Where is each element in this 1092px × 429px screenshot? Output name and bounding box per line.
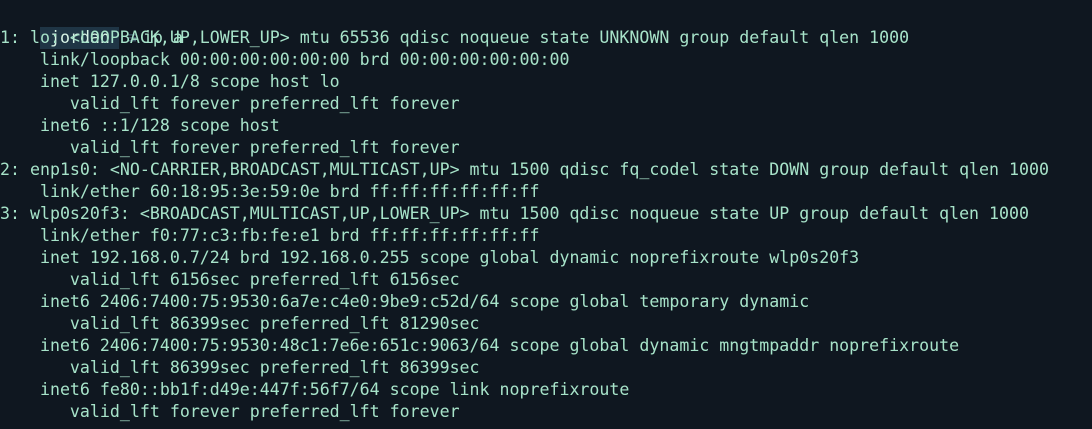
output-line: valid_lft 6156sec preferred_lft 6156sec [0, 270, 460, 289]
output-line: inet6 2406:7400:75:9530:48c1:7e6e:651c:9… [0, 336, 960, 355]
output-line: link/loopback 00:00:00:00:00:00 brd 00:0… [0, 50, 570, 69]
output-line: link/ether f0:77:c3:fb:fe:e1 brd ff:ff:f… [0, 226, 540, 245]
output-line: inet6 fe80::bb1f:d49e:447f:56f7/64 scope… [0, 380, 630, 399]
output-line: valid_lft forever preferred_lft forever [0, 402, 460, 421]
output-line: valid_lft forever preferred_lft forever [0, 94, 460, 113]
output-line: 1: lo: <LOOPBACK,UP,LOWER_UP> mtu 65536 … [0, 28, 910, 47]
output-line: inet6 2406:7400:75:9530:6a7e:c4e0:9be9:c… [0, 292, 810, 311]
output-line: 2: enp1s0: <NO-CARRIER,BROADCAST,MULTICA… [0, 160, 1049, 179]
output-line: inet6 ::1/128 scope host [0, 116, 280, 135]
terminal-window[interactable]: jordan ≡ ip a 1: lo: <LOOPBACK,UP,LOWER_UP… [0, 0, 1092, 429]
output-line: inet 192.168.0.7/24 brd 192.168.0.255 sc… [0, 248, 860, 267]
output-line: valid_lft 86399sec preferred_lft 81290se… [0, 314, 480, 333]
output-line: 3: wlp0s20f3: <BROADCAST,MULTICAST,UP,LO… [0, 204, 1029, 223]
output-line: valid_lft 86399sec preferred_lft 86399se… [0, 358, 480, 377]
shell-prompt-line: jordan ≡ ip a [0, 5, 183, 49]
output-line: link/ether 60:18:95:3e:59:0e brd ff:ff:f… [0, 182, 540, 201]
output-line: inet 127.0.0.1/8 scope host lo [0, 72, 340, 91]
output-line: valid_lft forever preferred_lft forever [0, 138, 460, 157]
